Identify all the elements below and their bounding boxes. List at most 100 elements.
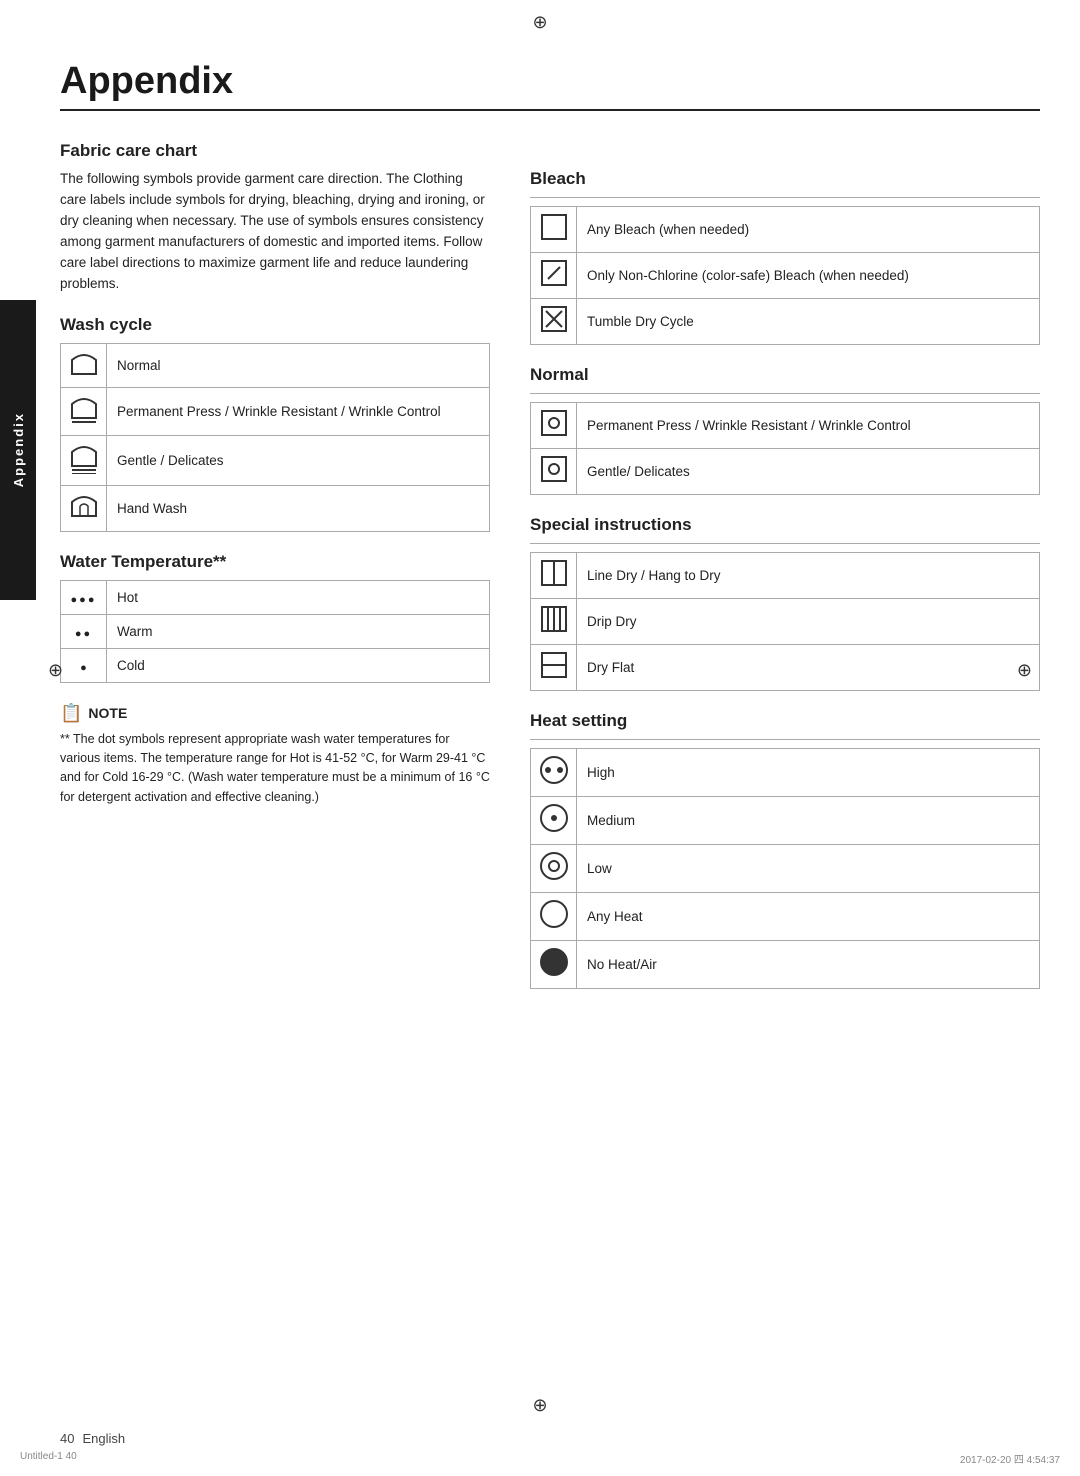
si-flat-icon-cell: [531, 645, 577, 691]
heat-low-text: Low: [577, 845, 1040, 893]
bleach-nonchlorine-text: Only Non-Chlorine (color-safe) Bleach (w…: [577, 253, 1040, 299]
language-label: English: [82, 1431, 125, 1446]
wash-cycle-heading: Wash cycle: [60, 315, 490, 335]
note-heading-text: NOTE: [88, 705, 127, 721]
normal-gentle-text: Gentle/ Delicates: [577, 449, 1040, 495]
wash-gentle-icon: [70, 442, 98, 474]
table-row: Only Non-Chlorine (color-safe) Bleach (w…: [531, 253, 1040, 299]
footer: 40 English: [60, 1431, 1040, 1446]
table-row: Permanent Press / Wrinkle Resistant / Wr…: [531, 403, 1040, 449]
file-right: 2017-02-20 四 4:54:37: [960, 1451, 1060, 1466]
heat-table: High Medium: [530, 748, 1040, 989]
normal-gentle-icon-cell: [531, 449, 577, 495]
wash-normal-icon-cell: [61, 343, 107, 387]
heat-any-icon: [539, 899, 569, 929]
si-drip-icon-cell: [531, 599, 577, 645]
table-row: Dry Flat: [531, 645, 1040, 691]
heat-low-icon-cell: [531, 845, 577, 893]
heat-high-icon-cell: [531, 749, 577, 797]
normal-perm-text: Permanent Press / Wrinkle Resistant / Wr…: [577, 403, 1040, 449]
heat-no-icon: [539, 947, 569, 977]
footer-left: 40 English: [60, 1431, 125, 1446]
table-row: Gentle/ Delicates: [531, 449, 1040, 495]
wash-perm-icon-cell: [61, 387, 107, 435]
reg-mark-left: ⊕: [48, 660, 63, 681]
si-line-icon-cell: [531, 553, 577, 599]
normal-perm-icon: [540, 409, 568, 437]
wash-perm-icon: [70, 394, 98, 424]
special-heading: Special instructions: [530, 515, 1040, 535]
wash-perm-text: Permanent Press / Wrinkle Resistant / Wr…: [107, 387, 490, 435]
page-title: Appendix: [60, 60, 1040, 103]
normal-perm-icon-cell: [531, 403, 577, 449]
warm-dots-icon: ●●: [75, 628, 92, 640]
normal-rule: [530, 393, 1040, 394]
table-row: Normal: [61, 343, 490, 387]
cold-dot-icon: ●: [80, 662, 87, 674]
reg-mark-top: ⊕: [532, 12, 547, 33]
table-row: No Heat/Air: [531, 941, 1040, 989]
table-row: Low: [531, 845, 1040, 893]
bleach-nonchlorine-icon: [540, 259, 568, 287]
heat-no-icon-cell: [531, 941, 577, 989]
bleach-no-icon-cell: [531, 299, 577, 345]
water-temp-table: ●●● Hot ●● Warm ● Cold: [60, 580, 490, 683]
main-content: Appendix Fabric care chart The following…: [60, 0, 1040, 1009]
table-row: ●●● Hot: [61, 580, 490, 614]
reg-mark-bottom: ⊕: [532, 1395, 547, 1416]
note-section: 📋 NOTE ** The dot symbols represent appr…: [60, 703, 490, 808]
note-doc-icon: 📋: [60, 703, 82, 724]
table-row: ● Cold: [61, 648, 490, 682]
heat-medium-icon-cell: [531, 797, 577, 845]
table-row: Any Heat: [531, 893, 1040, 941]
bleach-any-icon: [540, 213, 568, 241]
table-row: Permanent Press / Wrinkle Resistant / Wr…: [61, 387, 490, 435]
wash-normal-icon: [70, 350, 98, 376]
heat-rule: [530, 739, 1040, 740]
wash-hand-text: Hand Wash: [107, 485, 490, 531]
page-number: 40: [60, 1431, 74, 1446]
table-row: High: [531, 749, 1040, 797]
intro-paragraph: The following symbols provide garment ca…: [60, 169, 490, 295]
cold-icon-cell: ●: [61, 648, 107, 682]
si-line-icon: [540, 559, 568, 587]
heat-any-text: Any Heat: [577, 893, 1040, 941]
wash-gentle-icon-cell: [61, 435, 107, 485]
si-drip-text: Drip Dry: [577, 599, 1040, 645]
table-row: Tumble Dry Cycle: [531, 299, 1040, 345]
si-flat-text: Dry Flat: [577, 645, 1040, 691]
bleach-no-icon: [540, 305, 568, 333]
cold-text: Cold: [107, 648, 490, 682]
wash-normal-text: Normal: [107, 343, 490, 387]
warm-icon-cell: ●●: [61, 614, 107, 648]
heat-no-text: No Heat/Air: [577, 941, 1040, 989]
note-text: ** The dot symbols represent appropriate…: [60, 730, 490, 808]
wash-cycle-table: Normal Permanent Press / Wrinkle Resista…: [60, 343, 490, 532]
hot-text: Hot: [107, 580, 490, 614]
heat-any-icon-cell: [531, 893, 577, 941]
fabric-care-heading: Fabric care chart: [60, 141, 1040, 161]
hot-icon-cell: ●●●: [61, 580, 107, 614]
bleach-table: Any Bleach (when needed) Only Non-Chlori…: [530, 206, 1040, 345]
right-column: Bleach Any Bleach (when needed): [530, 169, 1040, 1009]
heat-high-icon: [539, 755, 569, 785]
table-row: Hand Wash: [61, 485, 490, 531]
table-row: Medium: [531, 797, 1040, 845]
bleach-no-text: Tumble Dry Cycle: [577, 299, 1040, 345]
footer-meta: Untitled-1 40 2017-02-20 四 4:54:37: [0, 1451, 1080, 1466]
heat-medium-text: Medium: [577, 797, 1040, 845]
special-table: Line Dry / Hang to Dry Drip Dry: [530, 552, 1040, 691]
water-temp-heading: Water Temperature**: [60, 552, 490, 572]
table-row: Gentle / Delicates: [61, 435, 490, 485]
heat-heading: Heat setting: [530, 711, 1040, 731]
left-column: The following symbols provide garment ca…: [60, 169, 490, 1009]
normal-table: Permanent Press / Wrinkle Resistant / Wr…: [530, 402, 1040, 495]
bleach-nonchlorine-icon-cell: [531, 253, 577, 299]
wash-hand-icon-cell: [61, 485, 107, 531]
two-col-layout: The following symbols provide garment ca…: [60, 169, 1040, 1009]
table-row: Drip Dry: [531, 599, 1040, 645]
note-heading-container: 📋 NOTE: [60, 703, 490, 724]
reg-mark-right: ⊕: [1017, 660, 1032, 681]
si-flat-icon: [540, 651, 568, 679]
bleach-rule: [530, 197, 1040, 198]
